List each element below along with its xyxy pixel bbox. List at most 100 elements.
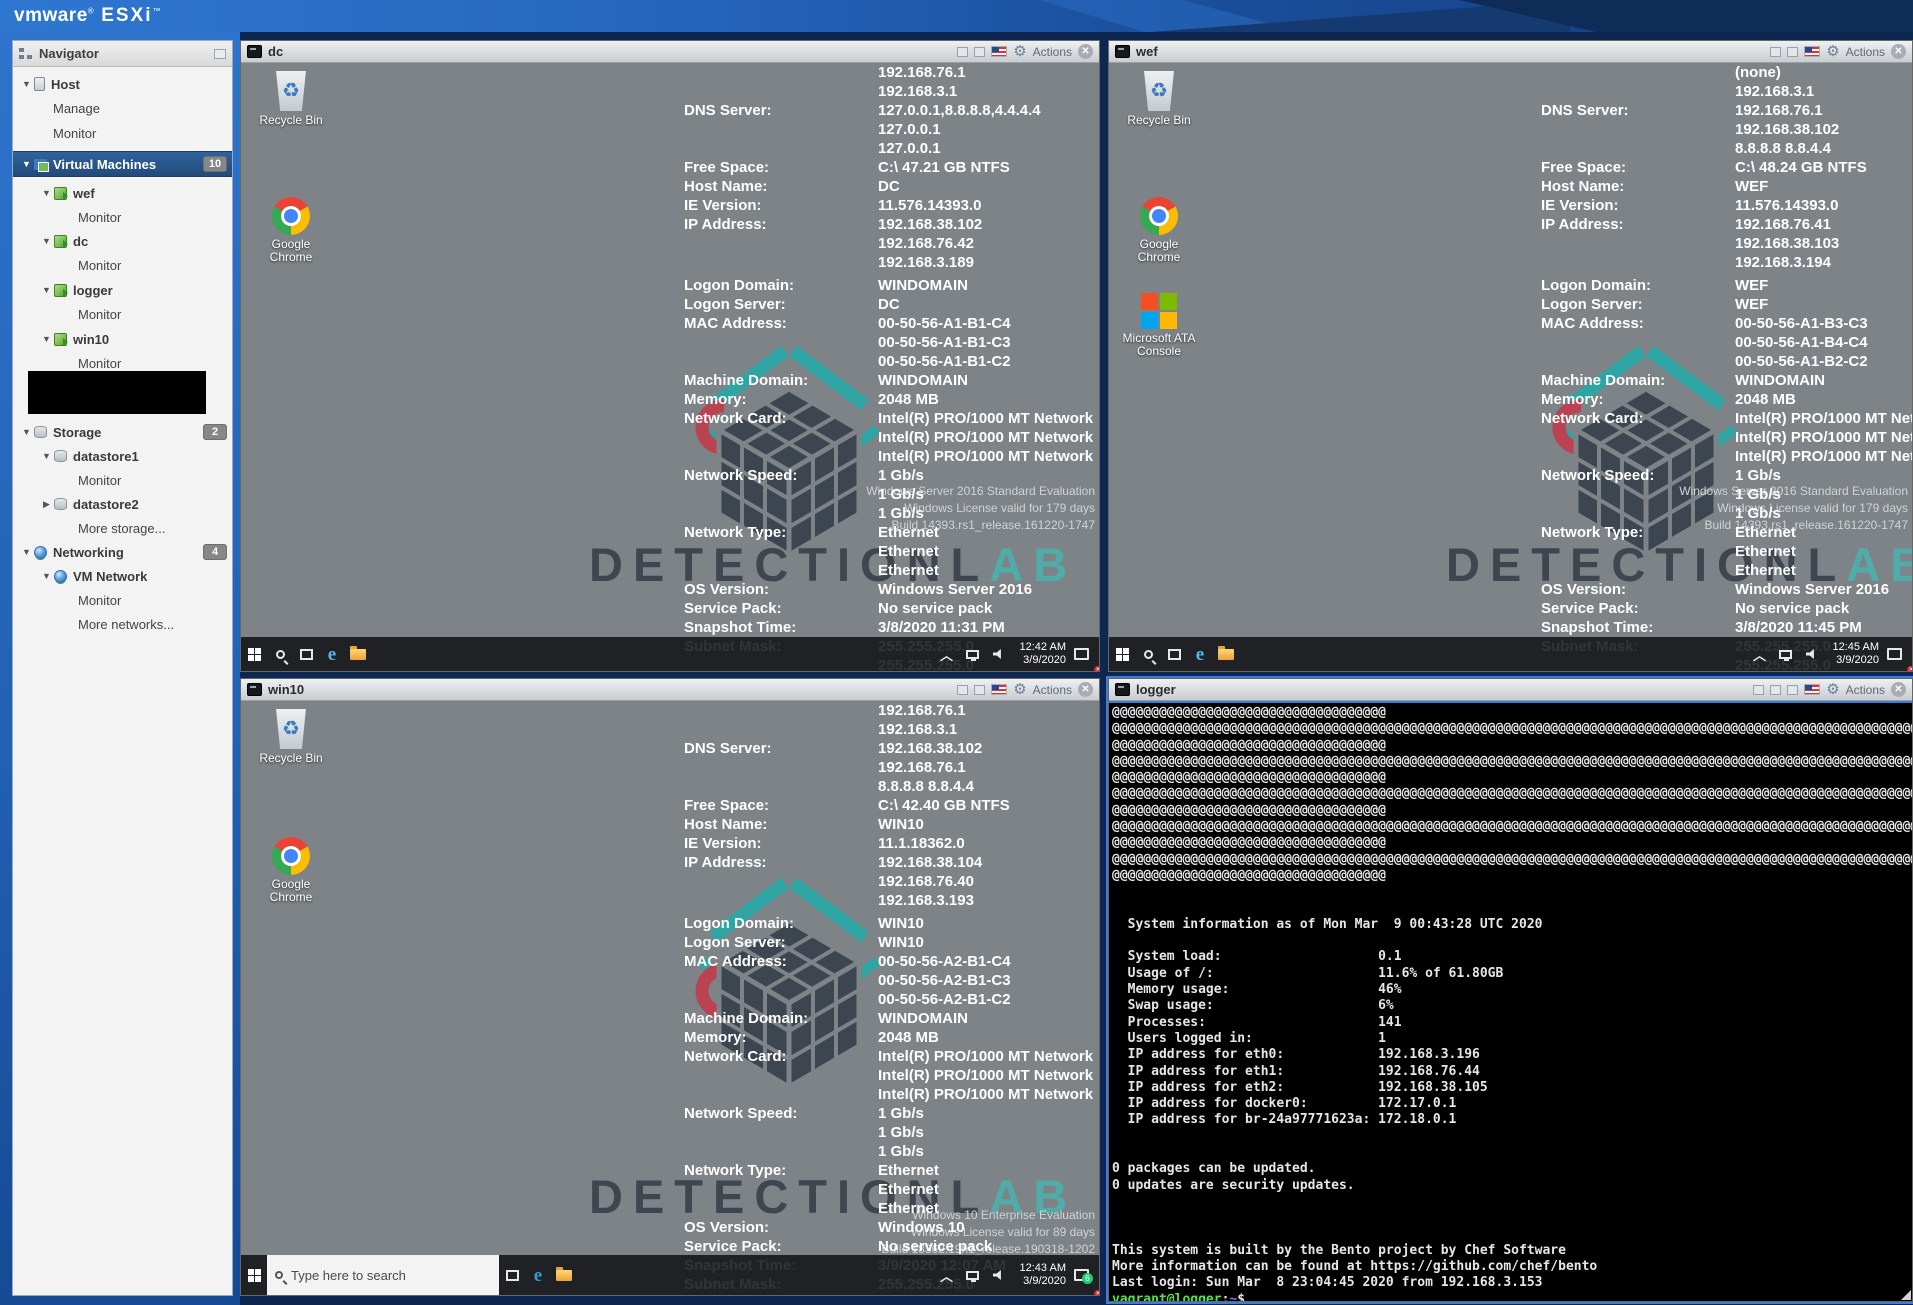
action-center-icon[interactable]: [1887, 648, 1902, 660]
sidebar-item-vm-wef[interactable]: ▼ wef: [13, 181, 232, 205]
volume-muted-icon[interactable]: ✕: [1799, 637, 1825, 671]
restore-window-icon[interactable]: [957, 685, 968, 695]
chevron-right-icon[interactable]: ▶: [41, 499, 52, 510]
internet-explorer-icon[interactable]: e: [319, 637, 345, 671]
desktop-icon-recycle-bin[interactable]: ♻ Recycle Bin: [253, 709, 329, 765]
chevron-down-icon[interactable]: ▼: [21, 159, 32, 169]
chevron-down-icon[interactable]: ▼: [21, 547, 32, 557]
sidebar-item-datastore2[interactable]: ▶ datastore2: [13, 492, 232, 516]
taskbar-clock[interactable]: 12:43 AM3/9/2020: [1012, 1262, 1074, 1288]
desktop-icon-google-chrome[interactable]: Google Chrome: [253, 197, 329, 264]
internet-explorer-icon[interactable]: e: [1187, 637, 1213, 671]
close-icon[interactable]: ✕: [1891, 682, 1906, 697]
actions-menu[interactable]: Actions: [1846, 45, 1885, 59]
chevron-down-icon[interactable]: ▼: [41, 451, 52, 461]
search-icon[interactable]: [267, 637, 293, 671]
action-center-icon[interactable]: 6: [1074, 1269, 1089, 1281]
maximize-window-icon[interactable]: [974, 47, 985, 57]
sidebar-item-datastore1[interactable]: ▼ datastore1: [13, 444, 232, 468]
keyboard-layout-flag-icon[interactable]: [991, 46, 1007, 57]
file-explorer-icon[interactable]: [345, 637, 371, 671]
panel-pin-icon[interactable]: [214, 49, 226, 59]
popout-window-icon[interactable]: [1753, 685, 1764, 695]
chevron-down-icon[interactable]: ▼: [41, 334, 52, 344]
window-titlebar-dc[interactable]: dc ⚙ Actions ✕: [241, 41, 1099, 63]
sidebar-item-vm-dc[interactable]: ▼ dc: [13, 229, 232, 253]
desktop-icon-google-chrome[interactable]: Google Chrome: [253, 837, 329, 904]
sidebar-item-more-networks[interactable]: More networks...: [13, 612, 232, 636]
sidebar-item-wef-monitor[interactable]: Monitor: [13, 205, 232, 229]
close-icon[interactable]: ✕: [1891, 44, 1906, 59]
actions-menu[interactable]: Actions: [1846, 683, 1885, 697]
close-icon[interactable]: ✕: [1078, 682, 1093, 697]
chevron-down-icon[interactable]: ▼: [41, 188, 52, 198]
network-tray-icon[interactable]: [960, 1255, 986, 1295]
restore-window-icon[interactable]: [1770, 47, 1781, 57]
sidebar-item-storage[interactable]: ▼ Storage 2: [13, 420, 232, 444]
network-tray-icon[interactable]: [960, 637, 986, 671]
chevron-down-icon[interactable]: ▼: [21, 427, 32, 437]
desktop-icon-google-chrome[interactable]: Google Chrome: [1121, 197, 1197, 264]
tray-expand-icon[interactable]: ︿: [934, 1255, 960, 1295]
search-input[interactable]: Type here to search: [267, 1255, 499, 1295]
sidebar-item-host-manage[interactable]: Manage: [13, 96, 232, 120]
logger-terminal[interactable]: @@@@@@@@@@@@@@@@@@@@@@@@@@@@@@@@@@@@@@@@…: [1109, 701, 1912, 1301]
sidebar-item-networking[interactable]: ▼ Networking 4: [13, 540, 232, 564]
windows-taskbar[interactable]: e ︿ ✕ 12:45 AM3/9/2020: [1109, 637, 1912, 671]
search-icon[interactable]: [1135, 637, 1161, 671]
chevron-down-icon[interactable]: ▼: [41, 236, 52, 246]
chevron-down-icon[interactable]: ▼: [21, 79, 32, 89]
desktop-icon-recycle-bin[interactable]: ♻ Recycle Bin: [1121, 71, 1197, 127]
keyboard-layout-flag-icon[interactable]: [1804, 684, 1820, 695]
restore-window-icon[interactable]: [957, 47, 968, 57]
chevron-down-icon[interactable]: ▼: [41, 571, 52, 581]
maximize-window-icon[interactable]: [1787, 685, 1798, 695]
file-explorer-icon[interactable]: [1213, 637, 1239, 671]
start-button[interactable]: [241, 1255, 267, 1295]
tray-expand-icon[interactable]: ︿: [1747, 637, 1773, 671]
sidebar-item-vm-logger[interactable]: ▼ logger: [13, 278, 232, 302]
remote-desktop-wef[interactable]: DETECTIONLAB ♻ Recycle Bin Google Chrome…: [1109, 63, 1912, 671]
sidebar-item-dc-monitor[interactable]: Monitor: [13, 253, 232, 277]
sidebar-item-host[interactable]: ▼ Host: [13, 72, 232, 96]
window-titlebar-wef[interactable]: wef ⚙ Actions ✕: [1109, 41, 1912, 63]
task-view-icon[interactable]: [293, 637, 319, 671]
sidebar-item-host-monitor[interactable]: Monitor: [13, 121, 232, 145]
task-view-icon[interactable]: [1161, 637, 1187, 671]
remote-desktop-win10[interactable]: DETECTIONLAB ♻ Recycle Bin Google Chrome…: [241, 701, 1099, 1295]
keyboard-layout-flag-icon[interactable]: [1804, 46, 1820, 57]
task-view-icon[interactable]: [499, 1255, 525, 1295]
sidebar-item-vm-network[interactable]: ▼ VM Network: [13, 564, 232, 588]
remote-desktop-dc[interactable]: DETECTIONLAB ♻ Recycle Bin Google Chrome…: [241, 63, 1099, 671]
tray-expand-icon[interactable]: ︿: [934, 637, 960, 671]
volume-muted-icon[interactable]: ✕: [986, 1255, 1012, 1295]
action-center-icon[interactable]: [1074, 648, 1089, 660]
windows-taskbar[interactable]: Type here to search e ︿ ✕ 12:43 AM3/9/20…: [241, 1255, 1099, 1295]
gear-icon[interactable]: ⚙: [1013, 682, 1026, 697]
start-button[interactable]: [1109, 637, 1135, 671]
actions-menu[interactable]: Actions: [1033, 683, 1072, 697]
maximize-window-icon[interactable]: [1787, 47, 1798, 57]
sidebar-item-vm-win10[interactable]: ▼ win10: [13, 327, 232, 351]
gear-icon[interactable]: ⚙: [1013, 44, 1026, 59]
start-button[interactable]: [241, 637, 267, 671]
keyboard-layout-flag-icon[interactable]: [991, 684, 1007, 695]
resize-grip[interactable]: [1901, 1290, 1911, 1300]
actions-menu[interactable]: Actions: [1033, 45, 1072, 59]
edge-icon[interactable]: e: [525, 1255, 551, 1295]
restore-window-icon[interactable]: [1770, 685, 1781, 695]
desktop-icon-recycle-bin[interactable]: ♻ Recycle Bin: [253, 71, 329, 127]
close-icon[interactable]: ✕: [1078, 44, 1093, 59]
sidebar-item-logger-monitor[interactable]: Monitor: [13, 302, 232, 326]
sidebar-item-virtual-machines[interactable]: ▼ Virtual Machines 10: [13, 151, 232, 177]
window-titlebar-win10[interactable]: win10 ⚙ Actions ✕: [241, 679, 1099, 701]
chevron-down-icon[interactable]: ▼: [41, 285, 52, 295]
maximize-window-icon[interactable]: [974, 685, 985, 695]
desktop-icon-microsoft-ata-console[interactable]: Microsoft ATA Console: [1121, 293, 1197, 358]
sidebar-item-datastore1-monitor[interactable]: Monitor: [13, 468, 232, 492]
window-titlebar-logger[interactable]: logger ⚙ Actions ✕: [1109, 679, 1912, 701]
sidebar-item-more-storage[interactable]: More storage...: [13, 516, 232, 540]
sidebar-item-vm-network-monitor[interactable]: Monitor: [13, 588, 232, 612]
taskbar-clock[interactable]: 12:45 AM3/9/2020: [1825, 641, 1887, 667]
file-explorer-icon[interactable]: [551, 1255, 577, 1295]
